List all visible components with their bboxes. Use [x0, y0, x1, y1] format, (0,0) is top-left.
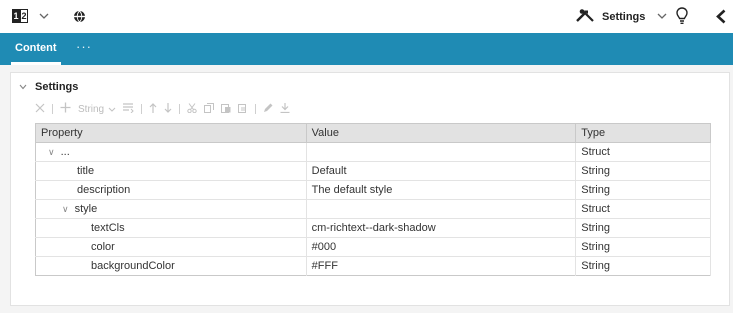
- collapse-left-icon[interactable]: [715, 8, 727, 24]
- chevron-down-icon[interactable]: [19, 81, 27, 93]
- value-cell[interactable]: #FFF: [306, 256, 577, 276]
- table-row[interactable]: ∨ style Struct: [35, 199, 711, 219]
- type-cell: String: [575, 256, 711, 276]
- column-header-value[interactable]: Value: [306, 123, 577, 143]
- app-switcher-icon[interactable]: 12: [12, 9, 28, 23]
- settings-panel: Settings String Property Value Type ∨ ..…: [10, 72, 730, 306]
- type-cell: String: [575, 180, 711, 200]
- edit-icon[interactable]: [263, 103, 273, 116]
- move-down-icon[interactable]: [164, 102, 172, 116]
- value-cell[interactable]: #000: [306, 237, 577, 257]
- property-cell: backgroundColor: [35, 256, 307, 276]
- property-name: description: [77, 184, 131, 196]
- property-name: backgroundColor: [91, 260, 175, 272]
- value-cell[interactable]: cm-richtext--dark-shadow: [306, 218, 577, 238]
- paste-special-icon[interactable]: [238, 103, 248, 116]
- type-cell: Struct: [575, 142, 711, 162]
- property-name: textCls: [91, 222, 125, 234]
- move-up-icon[interactable]: [149, 102, 157, 116]
- settings-menu-button[interactable]: Settings: [574, 6, 667, 28]
- top-toolbar: 12 Settings: [0, 0, 733, 33]
- chevron-down-icon: [657, 11, 667, 23]
- settings-menu-label: Settings: [602, 11, 646, 23]
- type-cell: Struct: [575, 199, 711, 219]
- tab-content[interactable]: Content: [11, 33, 61, 65]
- toolbar-separator: [255, 104, 257, 114]
- table-row[interactable]: color #000 String: [35, 237, 711, 257]
- tab-bar: Content ···: [0, 33, 733, 65]
- type-cell: String: [575, 237, 711, 257]
- property-name: style: [74, 203, 98, 215]
- table-row[interactable]: title Default String: [35, 161, 711, 181]
- property-cell: color: [35, 237, 307, 257]
- value-cell[interactable]: Default: [306, 161, 577, 181]
- delete-icon[interactable]: [35, 103, 45, 116]
- chevron-down-icon[interactable]: [38, 10, 50, 22]
- more-tabs-button[interactable]: ···: [76, 33, 92, 65]
- lightbulb-icon[interactable]: [675, 6, 689, 26]
- add-icon[interactable]: [60, 102, 71, 116]
- paste-icon[interactable]: [221, 103, 231, 116]
- property-cell: ∨...: [35, 142, 307, 162]
- column-header-property[interactable]: Property: [35, 123, 307, 143]
- logo-digit-1: 1: [12, 9, 20, 23]
- type-cell: String: [575, 218, 711, 238]
- chevron-down-icon[interactable]: ∨: [48, 147, 55, 158]
- property-cell: textCls: [35, 218, 307, 238]
- property-cell: title: [35, 161, 307, 181]
- table-row[interactable]: backgroundColor #FFF String: [35, 256, 711, 276]
- toolbar-separator: [179, 104, 181, 114]
- type-select-value: String: [78, 103, 105, 115]
- download-icon[interactable]: [280, 102, 290, 116]
- logo-digit-2: 2: [20, 9, 28, 23]
- site-globe-icon[interactable]: [72, 9, 86, 23]
- property-cell: description: [35, 180, 307, 200]
- settings-grid: Property Value Type ∨... Struct title De…: [35, 123, 711, 276]
- type-select[interactable]: String: [78, 104, 116, 115]
- toolbar-separator: [52, 104, 53, 114]
- property-name: title: [77, 165, 95, 177]
- panel-title: Settings: [35, 81, 79, 93]
- value-cell[interactable]: [306, 199, 577, 219]
- property-name: color: [91, 241, 115, 253]
- table-row[interactable]: ∨... Struct: [35, 142, 711, 162]
- grid-header-row: Property Value Type: [35, 123, 711, 143]
- value-cell[interactable]: [306, 142, 577, 162]
- tools-icon: [574, 8, 596, 26]
- chevron-down-icon[interactable]: ∨: [62, 204, 69, 215]
- toolbar-separator: [141, 104, 143, 114]
- copy-icon[interactable]: [204, 102, 215, 116]
- cut-icon[interactable]: [187, 102, 197, 116]
- property-cell: ∨ style: [35, 199, 307, 219]
- table-row[interactable]: textCls cm-richtext--dark-shadow String: [35, 218, 711, 238]
- grid-toolbar: String: [35, 100, 290, 118]
- list-icon[interactable]: [123, 102, 134, 116]
- settings-panel-header[interactable]: Settings: [19, 81, 78, 93]
- type-cell: String: [575, 161, 711, 181]
- value-cell[interactable]: The default style: [306, 180, 577, 200]
- property-name: ...: [60, 146, 70, 158]
- column-header-type[interactable]: Type: [575, 123, 711, 143]
- table-row[interactable]: description The default style String: [35, 180, 711, 200]
